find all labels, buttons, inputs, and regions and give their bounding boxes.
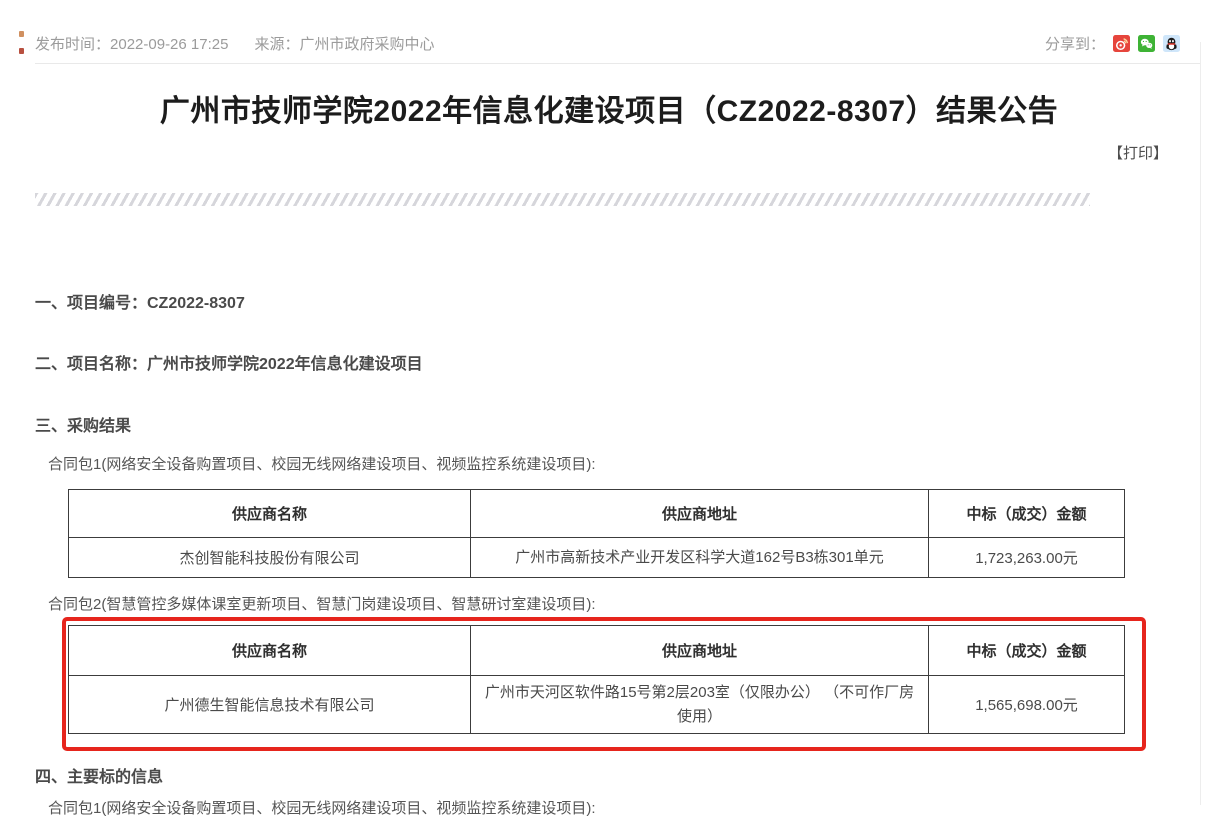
qq-share-icon[interactable] [1163, 35, 1180, 52]
wechat-share-icon[interactable] [1138, 35, 1155, 52]
table-header-row: 供应商名称 供应商地址 中标（成交）金额 [69, 490, 1125, 538]
weibo-share-icon[interactable] [1113, 35, 1130, 52]
result-table-package-1: 供应商名称 供应商地址 中标（成交）金额 杰创智能科技股份有限公司 广州市高新技… [68, 489, 1125, 578]
publish-time-label: 发布时间： [35, 36, 110, 53]
header-supplier-name: 供应商名称 [69, 490, 471, 538]
share-label: 分享到： [1045, 33, 1105, 54]
table-row: 广州德生智能信息技术有限公司 广州市天河区软件路15号第2层203室（仅限办公）… [69, 676, 1125, 734]
header-supplier-address: 供应商地址 [471, 626, 929, 676]
header-supplier-address: 供应商地址 [471, 490, 929, 538]
publish-info: 发布时间：2022-09-26 17:25 来源：广州市政府采购中心 [35, 33, 434, 54]
cell-supplier-address: 广州市高新技术产业开发区科学大道162号B3栋301单元 [471, 538, 929, 578]
cell-award-amount: 1,723,263.00元 [929, 538, 1125, 578]
cell-supplier-address: 广州市天河区软件路15号第2层203室（仅限办公） （不可作厂房使用） [471, 676, 929, 734]
left-edge-artifact [19, 48, 24, 54]
table-header-row: 供应商名称 供应商地址 中标（成交）金额 [69, 626, 1125, 676]
cell-award-amount: 1,565,698.00元 [929, 676, 1125, 734]
clipped-package-caption: 合同包1(网络安全设备购置项目、校园无线网络建设项目、视频监控系统建设项目): [48, 797, 596, 818]
header-award-amount: 中标（成交）金额 [929, 626, 1125, 676]
publish-time-value: 2022-09-26 17:25 [110, 36, 228, 53]
section-main-subject: 四、主要标的信息 [35, 763, 163, 787]
section-project-number: 一、项目编号：CZ2022-8307 [35, 289, 245, 313]
print-button[interactable]: 【打印】 [1108, 142, 1168, 163]
left-edge-artifact [19, 31, 24, 37]
section-procurement-result: 三、采购结果 [35, 412, 131, 436]
source-value: 广州市政府采购中心 [299, 36, 434, 53]
result-table-package-2: 供应商名称 供应商地址 中标（成交）金额 广州德生智能信息技术有限公司 广州市天… [68, 625, 1125, 734]
header-award-amount: 中标（成交）金额 [929, 490, 1125, 538]
cell-supplier-name: 杰创智能科技股份有限公司 [69, 538, 471, 578]
cell-supplier-name: 广州德生智能信息技术有限公司 [69, 676, 471, 734]
page-title: 广州市技师学院2022年信息化建设项目（CZ2022-8307）结果公告 [14, 86, 1204, 130]
right-page-border [1200, 42, 1201, 805]
share-bar: 分享到： [1045, 33, 1180, 53]
section-project-name: 二、项目名称：广州市技师学院2022年信息化建设项目 [35, 350, 423, 374]
package-1-caption: 合同包1(网络安全设备购置项目、校园无线网络建设项目、视频监控系统建设项目): [48, 453, 596, 474]
page: 发布时间：2022-09-26 17:25 来源：广州市政府采购中心 分享到： 广… [0, 0, 1218, 805]
table-row: 杰创智能科技股份有限公司 广州市高新技术产业开发区科学大道162号B3栋301单… [69, 538, 1125, 578]
source-label: 来源： [254, 36, 299, 53]
hatch-divider [35, 193, 1090, 206]
meta-bar: 发布时间：2022-09-26 17:25 来源：广州市政府采购中心 分享到： [0, 0, 1218, 64]
package-2-caption: 合同包2(智慧管控多媒体课室更新项目、智慧门岗建设项目、智慧研讨室建设项目): [48, 593, 596, 614]
header-supplier-name: 供应商名称 [69, 626, 471, 676]
meta-divider [35, 63, 1200, 64]
